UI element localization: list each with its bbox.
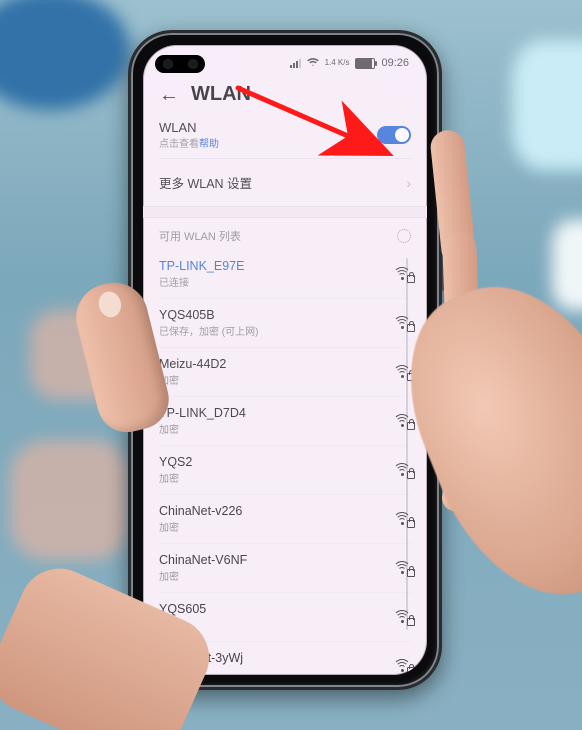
wifi-signal-icon [393, 414, 411, 428]
network-meta: 加密 [159, 470, 192, 485]
background-blob [512, 40, 582, 170]
network-ssid: ChinaNet-V6NF [159, 553, 247, 567]
lock-icon [407, 569, 415, 577]
available-networks-label: 可用 WLAN 列表 [159, 228, 241, 244]
network-meta: 加密 [159, 519, 242, 534]
network-item[interactable]: ChinaNet-v226加密 [159, 495, 411, 544]
lock-icon [407, 422, 415, 430]
more-wlan-settings-row[interactable]: 更多 WLAN 设置 › [159, 161, 411, 204]
network-item[interactable]: ChinaNet-3yWj加密 [159, 642, 411, 675]
power-button [442, 323, 446, 361]
network-ssid: ChinaNet-v226 [159, 504, 242, 518]
network-ssid: TP-LINK_D7D4 [159, 406, 246, 420]
network-meta: 加密 [159, 372, 226, 387]
network-item[interactable]: YQS405B已保存，加密 (可上网) [159, 299, 411, 348]
page-title: WLAN [191, 83, 251, 106]
wlan-toggle[interactable] [377, 126, 411, 144]
wifi-signal-icon [393, 316, 411, 330]
scene-background: 1.4 K/s 09:26 ← WLAN WLAN 点击查看帮助 [0, 0, 582, 730]
background-blob [0, 0, 130, 110]
wifi-signal-icon [393, 610, 411, 624]
cellular-signal-icon [290, 59, 301, 68]
lock-icon [407, 520, 415, 528]
back-button[interactable]: ← [159, 85, 179, 105]
network-meta: 已保存，加密 (可上网) [159, 323, 258, 338]
divider [159, 158, 411, 159]
loading-spinner-icon [397, 229, 411, 243]
network-ssid: Meizu-44D2 [159, 357, 226, 371]
network-item[interactable]: TP-LINK_E97E已连接 [159, 250, 411, 299]
volume-down-button [442, 237, 446, 291]
network-item[interactable]: TP-LINK_D7D4加密 [159, 397, 411, 446]
available-networks-header: 可用 WLAN 列表 [159, 218, 411, 250]
network-ssid: TP-LINK_E97E [159, 259, 244, 273]
network-ssid: ChinaNet-3yWj [159, 651, 243, 665]
network-ssid: YQS605 [159, 602, 206, 616]
background-blob [552, 220, 582, 310]
network-item[interactable]: ChinaNet-V6NF加密 [159, 544, 411, 593]
network-item[interactable]: YQS2加密 [159, 446, 411, 495]
wifi-status-icon [307, 57, 319, 70]
background-blob [30, 310, 130, 400]
lock-icon [407, 373, 415, 381]
network-ssid: YQS2 [159, 455, 192, 469]
status-time: 09:26 [381, 57, 409, 69]
lock-icon [407, 324, 415, 332]
network-meta: 加密 [159, 568, 247, 583]
background-blob [10, 440, 130, 560]
title-bar: ← WLAN [143, 75, 427, 110]
volume-up-button [442, 173, 446, 227]
network-meta: 加密 [159, 666, 243, 675]
lock-icon [407, 618, 415, 626]
wifi-signal-icon [393, 463, 411, 477]
network-item[interactable]: Meizu-44D2加密 [159, 348, 411, 397]
more-settings-label: 更多 WLAN 设置 [159, 173, 252, 192]
help-link[interactable]: 帮助 [199, 139, 219, 150]
section-gap [143, 206, 427, 218]
network-list: TP-LINK_E97E已连接YQS405B已保存，加密 (可上网)Meizu-… [159, 250, 411, 675]
wifi-signal-icon [393, 267, 411, 281]
network-ssid: YQS405B [159, 308, 258, 322]
network-meta: 加密 [159, 421, 246, 436]
wifi-signal-icon [393, 561, 411, 575]
wifi-signal-icon [393, 659, 411, 673]
lock-icon [407, 275, 415, 283]
wifi-signal-icon [393, 365, 411, 379]
camera-cutout [155, 55, 205, 73]
wlan-sublabel: 点击查看帮助 [159, 135, 219, 150]
phone-frame: 1.4 K/s 09:26 ← WLAN WLAN 点击查看帮助 [128, 30, 442, 690]
lock-icon [407, 471, 415, 479]
network-meta: 已连接 [159, 274, 244, 289]
chevron-right-icon: › [406, 175, 411, 191]
network-speed: 1.4 K/s [325, 59, 350, 67]
network-item[interactable]: YQS605加密 [159, 593, 411, 642]
wifi-signal-icon [393, 512, 411, 526]
phone-screen: 1.4 K/s 09:26 ← WLAN WLAN 点击查看帮助 [143, 45, 427, 675]
content-scroll-area[interactable]: ← WLAN WLAN 点击查看帮助 [143, 75, 427, 675]
wlan-label: WLAN [159, 120, 219, 135]
wlan-master-row: WLAN 点击查看帮助 [159, 110, 411, 156]
network-meta: 加密 [159, 617, 206, 632]
battery-icon [355, 58, 375, 69]
lock-icon [407, 667, 415, 675]
